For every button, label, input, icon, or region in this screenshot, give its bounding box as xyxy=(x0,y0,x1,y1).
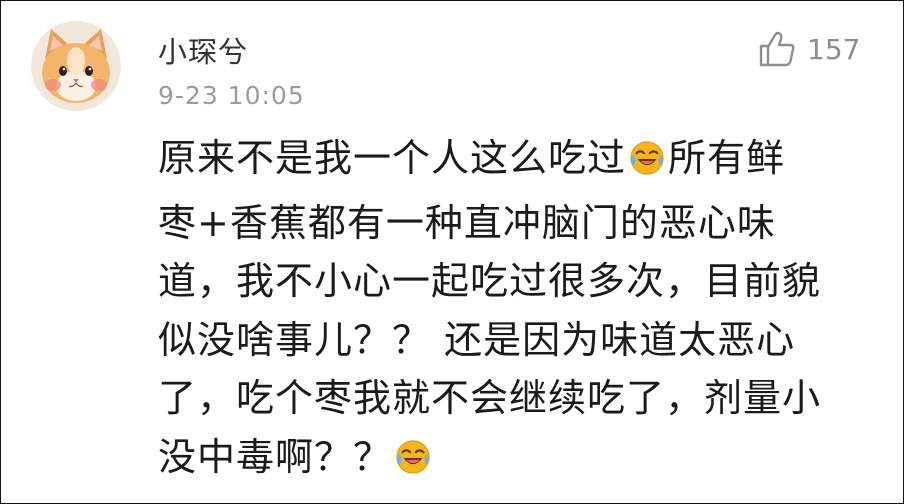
comment-line: 道，我不小心一起吃过很多次，目前貌 xyxy=(158,252,878,311)
like-button[interactable]: 157 xyxy=(757,29,860,69)
comment-text-segment: 所有鲜 xyxy=(668,136,786,180)
comment-line: 枣+香蕉都有一种直冲脑门的恶心味 xyxy=(158,194,878,253)
username[interactable]: 小琛兮 xyxy=(158,29,248,71)
thumbs-up-icon xyxy=(759,31,795,67)
comment-line: 没中毒啊？？ xyxy=(158,428,878,493)
like-count: 157 xyxy=(807,32,861,66)
comment-card: 小琛兮 9-23 10:05 157 原来不是我一个人这么吃过 所有鲜枣+香蕉都… xyxy=(0,0,904,504)
comment-text-segment: 原来不是我一个人这么吃过 xyxy=(158,136,627,180)
cat-avatar-icon xyxy=(31,21,121,111)
comment-text: 原来不是我一个人这么吃过 所有鲜枣+香蕉都有一种直冲脑门的恶心味道，我不小心一起… xyxy=(158,129,878,492)
comment-text-segment: 道，我不小心一起吃过很多次，目前貌 xyxy=(158,259,822,303)
comment-line: 原来不是我一个人这么吃过 所有鲜 xyxy=(158,129,878,194)
comment-line: 似没啥事儿？？ 还是因为味道太恶心 xyxy=(158,311,878,370)
timestamp: 9-23 10:05 xyxy=(158,81,305,110)
user-avatar[interactable] xyxy=(31,21,121,111)
comment-line: 了，吃个枣我就不会继续吃了，剂量小 xyxy=(158,369,878,428)
laugh-cry-emoji-icon xyxy=(394,434,432,493)
laugh-cry-emoji-icon xyxy=(628,135,666,194)
comment-text-segment: 似没啥事儿？？ 还是因为味道太恶心 xyxy=(158,317,796,362)
comment-text-segment: 没中毒啊？？ xyxy=(158,434,393,479)
comment-text-segment: 枣+香蕉都有一种直冲脑门的恶心味 xyxy=(158,200,776,245)
comment-text-segment: 了，吃个枣我就不会继续吃了，剂量小 xyxy=(158,376,822,420)
